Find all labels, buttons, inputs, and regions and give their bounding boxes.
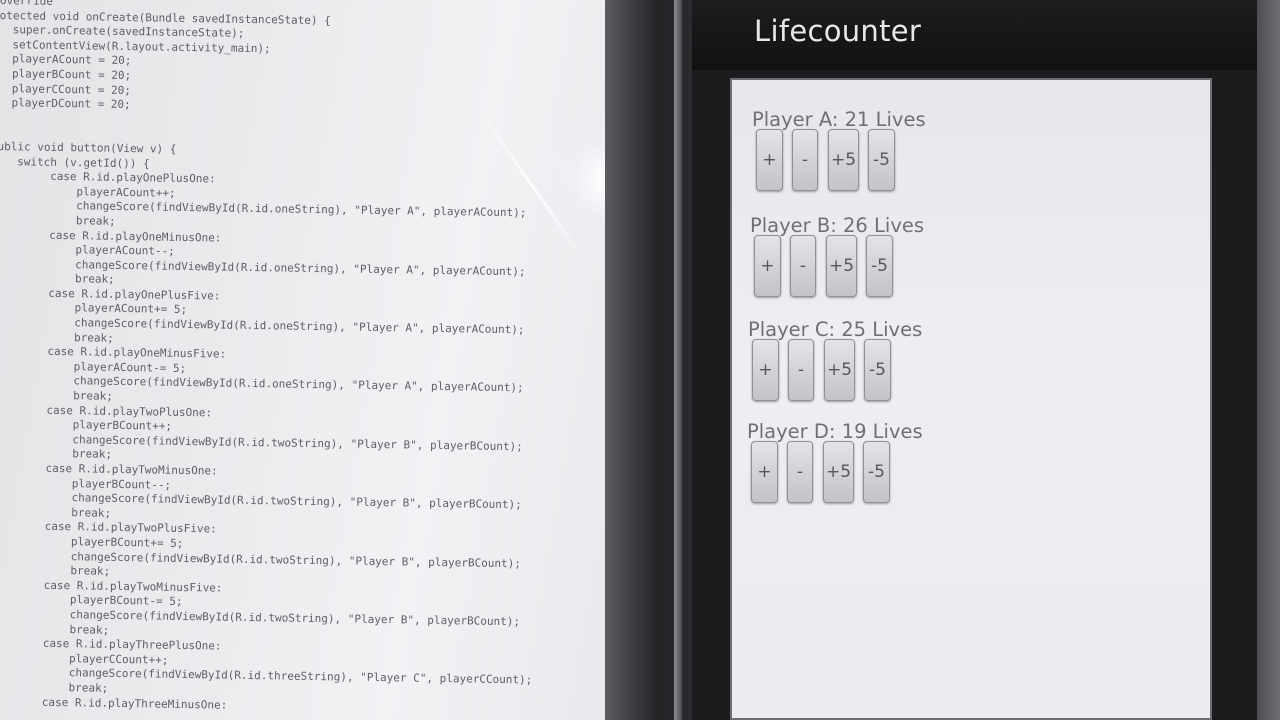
player-d-minus-one-button[interactable]: - <box>787 441 813 503</box>
app-content: Player A: 21 Lives + - +5 -5 Player B: 2… <box>730 78 1212 720</box>
player-b-minus-five-button[interactable]: -5 <box>866 235 893 297</box>
device-frame-edge <box>1257 0 1280 720</box>
code-editor: Override otected void onCreate(Bundle sav… <box>0 0 543 718</box>
player-d-panel: Player D: 19 Lives + - +5 -5 <box>747 419 1087 503</box>
player-d-plus-one-button[interactable]: + <box>751 441 778 503</box>
device-edge <box>674 0 682 720</box>
app-title: Lifecounter <box>754 14 922 48</box>
player-a-minus-one-button[interactable]: - <box>792 129 818 191</box>
player-d-minus-five-button[interactable]: -5 <box>863 441 890 503</box>
player-d-plus-five-button[interactable]: +5 <box>823 441 854 503</box>
player-b-plus-one-button[interactable]: + <box>754 235 781 297</box>
player-a-plus-five-button[interactable]: +5 <box>828 129 859 191</box>
android-device: Lifecounter Player A: 21 Lives + - +5 -5… <box>692 0 1257 720</box>
player-b-minus-one-button[interactable]: - <box>790 235 816 297</box>
player-c-minus-one-button[interactable]: - <box>788 339 814 401</box>
code-editor-monitor: Override otected void onCreate(Bundle sav… <box>0 0 605 720</box>
player-c-panel: Player C: 25 Lives + - +5 -5 <box>748 317 1088 401</box>
player-c-plus-one-button[interactable]: + <box>752 339 779 401</box>
player-b-plus-five-button[interactable]: +5 <box>826 235 857 297</box>
action-bar: Lifecounter <box>692 0 1257 70</box>
player-c-minus-five-button[interactable]: -5 <box>864 339 891 401</box>
player-b-panel: Player B: 26 Lives + - +5 -5 <box>750 213 1090 297</box>
player-a-panel: Player A: 21 Lives + - +5 -5 <box>752 107 1092 191</box>
player-a-plus-one-button[interactable]: + <box>756 129 783 191</box>
player-a-minus-five-button[interactable]: -5 <box>868 129 895 191</box>
photo-scene: Override otected void onCreate(Bundle sav… <box>0 0 1280 720</box>
player-c-plus-five-button[interactable]: +5 <box>824 339 855 401</box>
